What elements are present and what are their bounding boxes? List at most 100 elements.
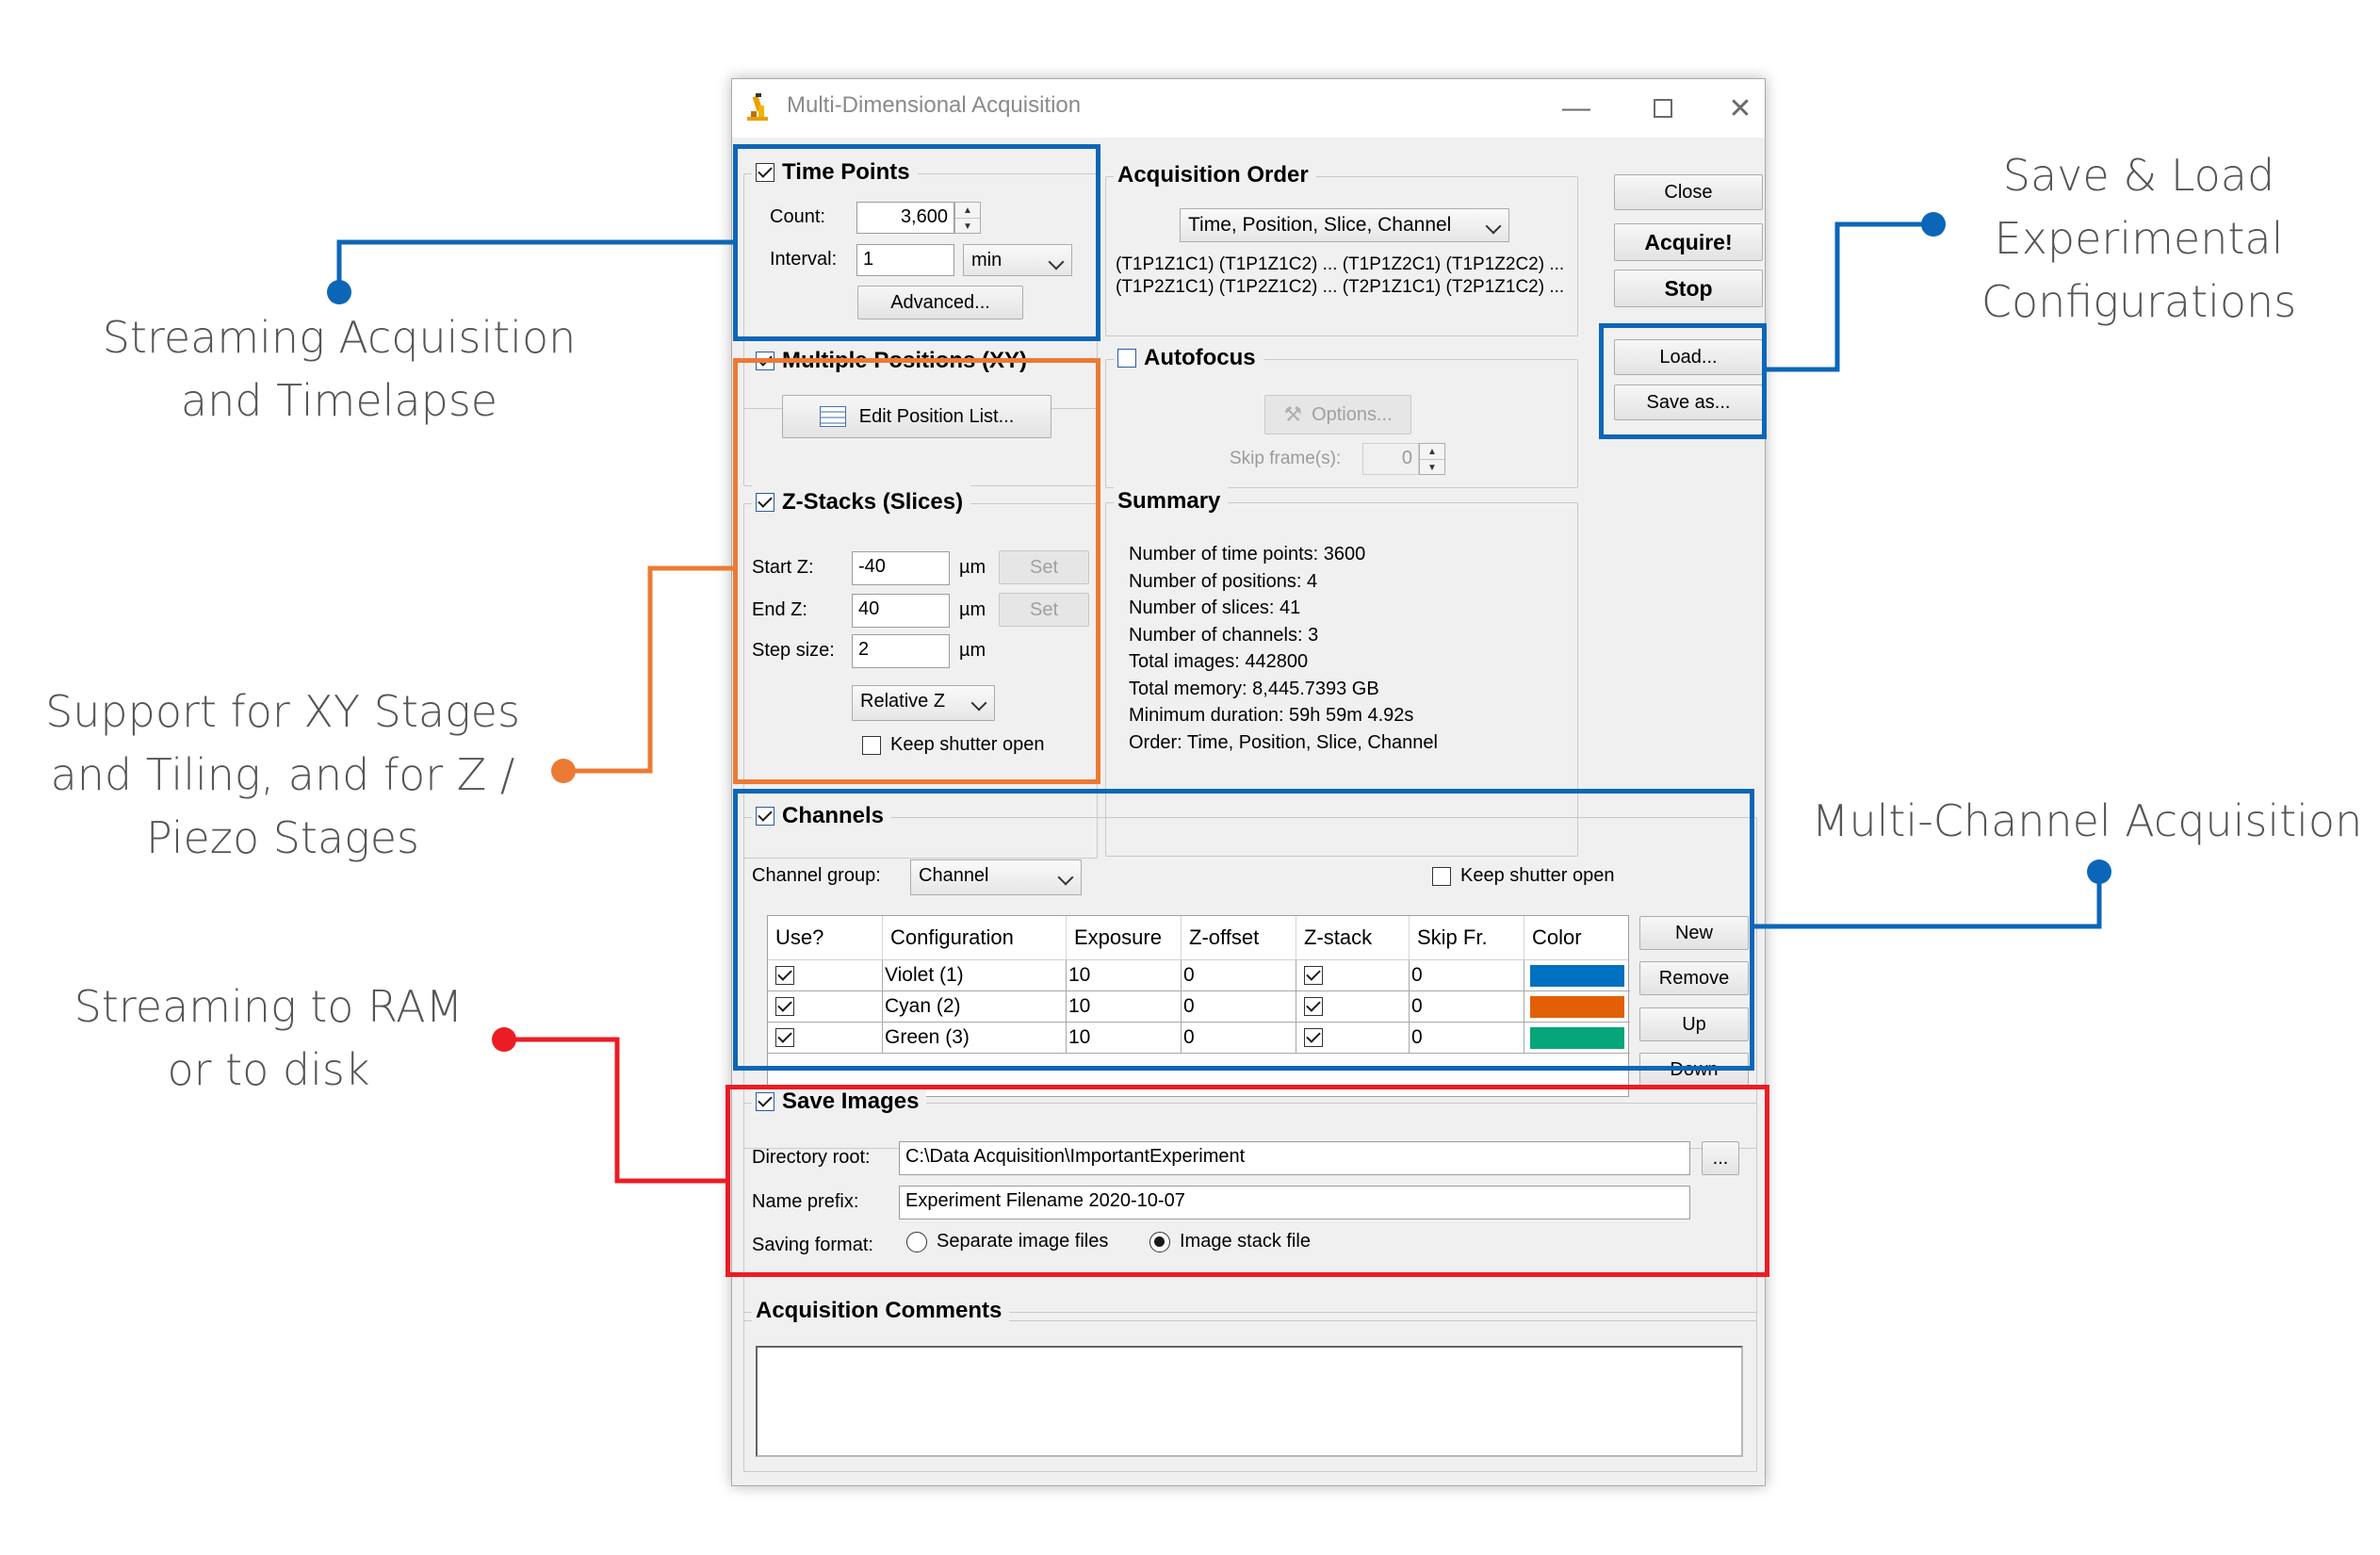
browse-button[interactable]: ... (1702, 1141, 1739, 1175)
zstacks-checkbox[interactable] (756, 493, 774, 512)
use-cell[interactable] (768, 960, 883, 991)
save-images-checkbox[interactable] (756, 1092, 774, 1111)
interval-unit-select[interactable]: min (963, 244, 1072, 276)
start-z-field[interactable]: -40 (852, 551, 950, 585)
minimize-icon[interactable]: — (1542, 85, 1610, 132)
col-zoffset[interactable]: Z-offset (1182, 916, 1296, 959)
z-mode-select[interactable]: Relative Z (852, 685, 995, 721)
zoffset-cell[interactable]: 0 (1182, 960, 1296, 991)
config-cell[interactable]: Cyan (2) (883, 991, 1067, 1023)
spin-up-icon[interactable]: ▲ (955, 203, 980, 218)
zstack-checkbox[interactable] (1304, 997, 1323, 1016)
format-separate-radio[interactable] (906, 1231, 927, 1252)
color-cell[interactable] (1524, 991, 1630, 1023)
comments-textarea[interactable] (756, 1346, 1743, 1457)
color-swatch[interactable] (1530, 1027, 1624, 1049)
col-exposure[interactable]: Exposure (1067, 916, 1182, 959)
close-icon[interactable]: ✕ (1716, 85, 1765, 132)
skip-cell[interactable]: 0 (1410, 991, 1524, 1023)
exposure-cell[interactable]: 10 (1067, 960, 1182, 991)
use-checkbox[interactable] (775, 966, 794, 985)
color-cell[interactable] (1524, 960, 1630, 991)
end-z-field[interactable]: 40 (852, 594, 950, 628)
exposure-cell[interactable]: 10 (1067, 1023, 1182, 1054)
interval-field[interactable]: 1 (856, 244, 954, 276)
time-points-checkbox[interactable] (756, 163, 774, 182)
callout-save-load: Save & Load Experimental Configurations (1927, 144, 2351, 334)
config-cell[interactable]: Green (3) (883, 1023, 1067, 1054)
col-zstack[interactable]: Z-stack (1296, 916, 1410, 959)
acquisition-order-select[interactable]: Time, Position, Slice, Channel (1180, 208, 1509, 242)
summary-line: Number of positions: 4 (1129, 570, 1318, 592)
acquire-button[interactable]: Acquire! (1614, 223, 1763, 261)
title-bar[interactable]: Multi-Dimensional Acquisition — ✕ (732, 79, 1765, 138)
spin-down-icon[interactable]: ▼ (955, 218, 980, 234)
connector-xy-z-dot (551, 759, 576, 783)
zstack-cell[interactable] (1296, 1023, 1410, 1054)
color-swatch[interactable] (1530, 996, 1624, 1018)
count-spinner[interactable]: ▲ ▼ (954, 202, 981, 234)
format-separate-option[interactable]: Separate image files (906, 1231, 1108, 1252)
channel-up-button[interactable]: Up (1639, 1007, 1749, 1041)
color-cell[interactable] (1524, 1023, 1630, 1054)
use-checkbox[interactable] (775, 997, 794, 1016)
channel-group-select[interactable]: Channel (910, 859, 1082, 895)
channel-new-button[interactable]: New (1639, 916, 1749, 950)
format-stack-option[interactable]: Image stack file (1149, 1231, 1311, 1252)
summary-line: Total images: 442800 (1129, 651, 1309, 672)
zoffset-cell[interactable]: 0 (1182, 1023, 1296, 1054)
skip-cell[interactable]: 0 (1410, 1023, 1524, 1054)
table-row[interactable]: Green (3) 10 0 0 (768, 1023, 1630, 1054)
col-use[interactable]: Use? (768, 916, 883, 959)
zstack-cell[interactable] (1296, 960, 1410, 991)
use-cell[interactable] (768, 1023, 883, 1054)
maximize-icon[interactable] (1629, 85, 1697, 132)
channels-keep-shutter-option[interactable]: Keep shutter open (1432, 865, 1614, 887)
save-as-button[interactable]: Save as... (1614, 385, 1763, 420)
window-title: Multi-Dimensional Acquisition (787, 92, 1082, 118)
autofocus-options-button[interactable]: ⚒ Options... (1264, 395, 1411, 434)
name-prefix-field[interactable]: Experiment Filename 2020-10-07 (899, 1186, 1690, 1219)
positions-checkbox[interactable] (756, 352, 774, 370)
channels-keep-shutter-checkbox[interactable] (1432, 866, 1451, 886)
zstack-cell[interactable] (1296, 991, 1410, 1023)
channel-remove-button[interactable]: Remove (1639, 961, 1749, 995)
format-stack-radio[interactable] (1149, 1231, 1170, 1252)
use-cell[interactable] (768, 991, 883, 1023)
col-skip[interactable]: Skip Fr. (1410, 916, 1524, 959)
start-z-set-button[interactable]: Set (999, 550, 1089, 584)
table-row[interactable]: Cyan (2) 10 0 0 (768, 991, 1630, 1023)
channels-checkbox[interactable] (756, 807, 774, 826)
autofocus-checkbox[interactable] (1117, 349, 1136, 368)
interval-label: Interval: (770, 249, 838, 270)
stop-button[interactable]: Stop (1614, 270, 1763, 307)
end-z-set-button[interactable]: Set (999, 593, 1089, 627)
zstack-checkbox[interactable] (1304, 966, 1323, 985)
step-size-field[interactable]: 2 (852, 634, 950, 668)
directory-root-field[interactable]: C:\Data Acquisition\ImportantExperiment (899, 1141, 1690, 1175)
callout-streaming: Streaming Acquisition and Timelapse (90, 306, 589, 433)
advanced-button[interactable]: Advanced... (857, 286, 1023, 319)
zoffset-cell[interactable]: 0 (1182, 991, 1296, 1023)
channel-down-button[interactable]: Down (1639, 1053, 1749, 1087)
skip-frames-field[interactable]: 0 (1362, 443, 1419, 475)
load-button[interactable]: Load... (1614, 339, 1763, 375)
config-cell[interactable]: Violet (1) (883, 960, 1067, 991)
col-color[interactable]: Color (1524, 916, 1630, 959)
col-configuration[interactable]: Configuration (883, 916, 1067, 959)
zstack-checkbox[interactable] (1304, 1028, 1323, 1047)
count-field[interactable]: 3,600 (856, 202, 954, 234)
skip-frames-spinner[interactable]: ▲ ▼ (1419, 443, 1445, 475)
z-keep-shutter-option[interactable]: Keep shutter open (862, 734, 1044, 756)
close-button[interactable]: Close (1614, 174, 1763, 210)
table-row[interactable]: Violet (1) 10 0 0 (768, 960, 1630, 991)
exposure-cell[interactable]: 10 (1067, 991, 1182, 1023)
use-checkbox[interactable] (775, 1028, 794, 1047)
channel-group-value: Channel (919, 865, 989, 886)
spin-down-icon[interactable]: ▼ (1420, 459, 1444, 475)
edit-position-list-button[interactable]: Edit Position List... (782, 395, 1051, 438)
color-swatch[interactable] (1530, 965, 1624, 987)
skip-cell[interactable]: 0 (1410, 960, 1524, 991)
z-keep-shutter-checkbox[interactable] (862, 735, 881, 755)
spin-up-icon[interactable]: ▲ (1420, 444, 1444, 459)
